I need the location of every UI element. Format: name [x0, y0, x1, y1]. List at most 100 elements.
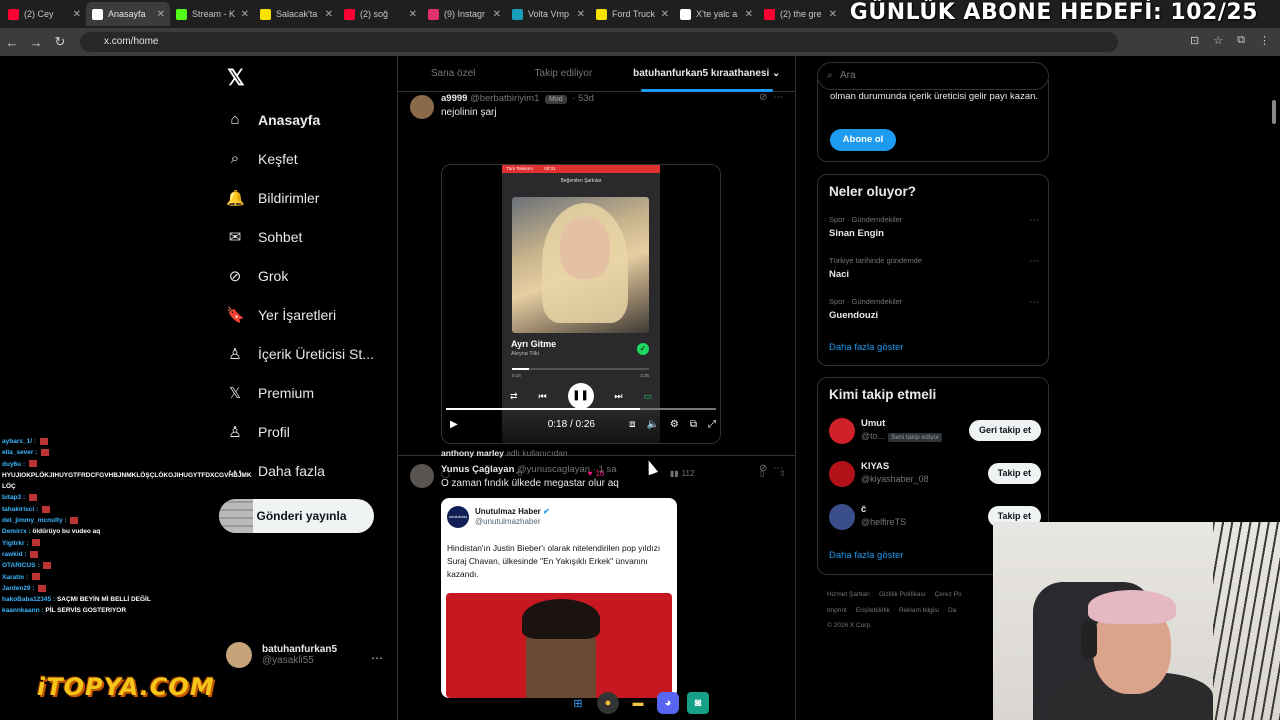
- avatar[interactable]: [829, 504, 855, 530]
- song-times: 0:18 2:35: [512, 373, 649, 378]
- tab-community[interactable]: batuhanfurkan5 kıraathanesi ⌄: [619, 56, 795, 92]
- captions-icon[interactable]: ⧈: [629, 419, 635, 430]
- footer-link[interactable]: Çerez Po: [935, 591, 962, 598]
- more-icon[interactable]: ⋯: [1029, 297, 1039, 308]
- more-icon[interactable]: ⋯: [773, 92, 783, 103]
- windows-start-icon[interactable]: ⊞: [567, 692, 589, 714]
- close-icon[interactable]: ✕: [325, 9, 333, 20]
- tab-for-you[interactable]: Sana özel: [398, 56, 508, 92]
- file-explorer-icon[interactable]: ▬: [627, 692, 649, 714]
- author-name[interactable]: a9999: [441, 93, 467, 104]
- trend-item[interactable]: Türkiye tarihinde gündemde Naci ⋯: [829, 256, 1039, 280]
- follow-button[interactable]: Takip et: [987, 463, 1041, 484]
- close-icon[interactable]: ✕: [241, 9, 249, 20]
- sidebar-item-creator[interactable]: ♙ İçerik Üreticisi St...: [226, 334, 396, 373]
- footer-link[interactable]: Da: [948, 607, 956, 614]
- author-handle[interactable]: @berbatbiriyim1: [470, 93, 539, 104]
- footer-link[interactable]: © 2026 X Corp.: [827, 622, 872, 629]
- avatar[interactable]: [410, 95, 434, 119]
- avatar[interactable]: [410, 464, 434, 488]
- account-switcher[interactable]: batuhanfurkan5 @yasakli55: [226, 642, 337, 668]
- sidebar-item-grok[interactable]: ⊘ Grok: [226, 256, 396, 295]
- quoted-tweet[interactable]: unutulmaz Unutulmaz Haber ✔ @unutulmazha…: [441, 498, 677, 698]
- footer-link[interactable]: Gizlilik Politikası: [879, 591, 926, 598]
- video-player[interactable]: Türk Telekom 00:31 Beğenilen Şarkılar Ay…: [441, 164, 721, 444]
- close-icon[interactable]: ✕: [661, 9, 669, 20]
- x-logo[interactable]: 𝕏: [227, 65, 245, 91]
- close-icon[interactable]: ✕: [829, 9, 837, 20]
- close-icon[interactable]: ✕: [157, 9, 165, 20]
- sidebar-item-search[interactable]: ⌕ Keşfet: [226, 139, 396, 178]
- tweet[interactable]: a9999 @berbatbiriyim1 Mod · 53d ⊘ ⋯ nejo…: [398, 92, 795, 478]
- tweet[interactable]: Yunus Çağlayan @yunuscaglayan · 1 sa ⊘ ⋯…: [398, 456, 795, 720]
- browser-tab[interactable]: Volta Vmp ✕: [506, 2, 590, 26]
- browser-tab[interactable]: (9) Instagr ✕: [422, 2, 506, 26]
- browser-tab[interactable]: Stream - K ✕: [170, 2, 254, 26]
- footer-link[interactable]: Hizmet Şartları: [827, 591, 870, 598]
- sidebar-item-mail[interactable]: ✉ Sohbet: [226, 217, 396, 256]
- footer-link[interactable]: Reklam bilgisi: [899, 607, 939, 614]
- sidebar-item-home[interactable]: ⌂ Anasayfa: [226, 100, 396, 139]
- install-icon[interactable]: ⊡: [1190, 34, 1199, 47]
- more-icon[interactable]: ⋯: [371, 651, 383, 665]
- extension-icon[interactable]: ⧉: [1237, 34, 1245, 47]
- trend-item[interactable]: Spor · Gündemdekiler Guendouzi ⋯: [829, 297, 1039, 321]
- forward-button[interactable]: →: [24, 35, 48, 50]
- close-icon[interactable]: ✕: [745, 9, 753, 20]
- tweet-time[interactable]: 1 sa: [599, 464, 617, 475]
- close-icon[interactable]: ✕: [409, 9, 417, 20]
- volume-icon[interactable]: 🔈: [646, 419, 658, 430]
- suggestion-name[interactable]: ĉ: [861, 504, 866, 515]
- bookmark-star-icon[interactable]: ☆: [1213, 34, 1223, 47]
- browser-tab[interactable]: (2) Cey ✕: [2, 2, 86, 26]
- footer-link[interactable]: Erişilebilirlik: [856, 607, 890, 614]
- avatar[interactable]: [829, 418, 855, 444]
- play-icon[interactable]: ▶: [450, 419, 458, 430]
- browser-tab[interactable]: Salacak'ta ✕: [254, 2, 338, 26]
- grok-icon[interactable]: ⊘: [759, 463, 767, 474]
- url-field[interactable]: x.com/home: [80, 32, 1118, 52]
- follow-show-more[interactable]: Daha fazla göster: [829, 550, 903, 561]
- chrome-icon[interactable]: ●: [597, 692, 619, 714]
- follow-button[interactable]: Geri takip et: [968, 420, 1041, 441]
- sidebar-item-x-premium[interactable]: 𝕏 Premium: [226, 373, 396, 412]
- scrollbar[interactable]: [1272, 100, 1276, 124]
- author-name[interactable]: Yunus Çağlayan: [441, 464, 514, 475]
- tweet-time[interactable]: 53d: [578, 93, 594, 104]
- discord-icon[interactable]: ◕: [657, 692, 679, 714]
- suggestion-name[interactable]: Umut: [861, 418, 885, 429]
- reload-button[interactable]: ↻: [48, 34, 72, 50]
- trend-item[interactable]: Spor · Gündemdekiler Sinan Engin ⋯: [829, 215, 1039, 239]
- fullscreen-icon[interactable]: ⤢: [708, 419, 716, 430]
- settings-icon[interactable]: ⚙: [670, 419, 679, 430]
- footer-link[interactable]: Imprint: [827, 607, 847, 614]
- browser-tab[interactable]: Ford Truck ✕: [590, 2, 674, 26]
- more-icon[interactable]: ⋯: [1029, 215, 1039, 226]
- close-icon[interactable]: ✕: [493, 9, 501, 20]
- follow-suggestion[interactable]: KIYAS @kiyashaber_08 Takip et: [829, 459, 1041, 489]
- video-progress[interactable]: [446, 408, 716, 410]
- app-icon[interactable]: ◙: [687, 692, 709, 714]
- sidebar-item-bell[interactable]: 🔔 Bildirimler: [226, 178, 396, 217]
- browser-tab[interactable]: (2) the gre ✕: [758, 2, 842, 26]
- follow-suggestion[interactable]: Umut @to... Seni takip ediyor Geri takip et: [829, 416, 1041, 446]
- suggestion-name[interactable]: KIYAS: [861, 461, 889, 472]
- browser-tab[interactable]: Anasayfa ✕: [86, 2, 170, 26]
- more-icon[interactable]: ⋯: [1029, 256, 1039, 267]
- back-button[interactable]: ←: [0, 35, 24, 50]
- pip-icon[interactable]: ⧉: [690, 419, 697, 430]
- close-icon[interactable]: ✕: [577, 9, 585, 20]
- subscribe-button[interactable]: Abone ol: [830, 129, 896, 151]
- tab-following[interactable]: Takip ediliyor: [508, 56, 618, 92]
- close-icon[interactable]: ✕: [73, 9, 81, 20]
- avatar[interactable]: [829, 461, 855, 487]
- author-handle[interactable]: @yunuscaglayan: [517, 464, 590, 475]
- emote-icon: [32, 539, 41, 547]
- grok-icon[interactable]: ⊘: [759, 92, 767, 103]
- sidebar-item-bookmark[interactable]: 🔖 Yer İşaretleri: [226, 295, 396, 334]
- browser-tab[interactable]: X'te yalc a ✕: [674, 2, 758, 26]
- trends-show-more[interactable]: Daha fazla göster: [829, 342, 903, 353]
- more-icon[interactable]: ⋯: [773, 463, 783, 474]
- browser-tab[interactable]: (2) soğ ✕: [338, 2, 422, 26]
- menu-dots-icon[interactable]: ⋮: [1259, 34, 1270, 47]
